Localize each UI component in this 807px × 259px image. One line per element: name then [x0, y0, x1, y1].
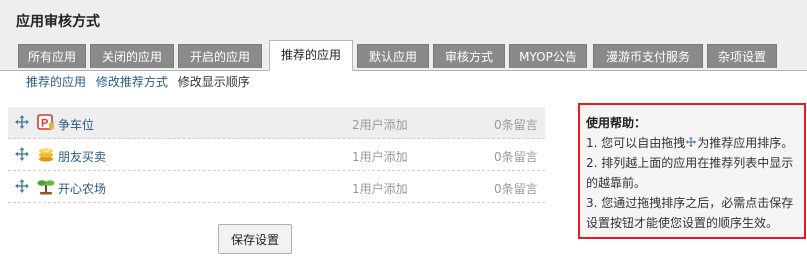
move-icon [686, 136, 697, 148]
move-icon[interactable] [14, 146, 30, 162]
app-name[interactable]: 开心农场 [58, 180, 106, 197]
help-item-1-after: 为推荐应用排序。 [697, 136, 794, 150]
parking-icon: P [37, 114, 54, 130]
tab-misc-settings[interactable]: 杂项设置 [707, 44, 777, 68]
app-adds-count: 2用户添加 [352, 118, 408, 132]
help-item-3: 3. 您通过拖拽排序之后，必需点击保存设置按钮才能使您设置的顺序生效。 [586, 196, 794, 230]
tab-roaming-payment[interactable]: 漫游币支付服务 [593, 44, 703, 68]
app-adds-count: 1用户添加 [352, 182, 408, 196]
help-item-1-before: 1. 您可以自由拖拽 [586, 136, 686, 150]
help-item-1: 1. 您可以自由拖拽 为推荐应用排序。 [586, 133, 798, 153]
list-item[interactable]: 开心农场 1用户添加 0条留言 [8, 171, 545, 203]
tab-open-apps[interactable]: 开启的应用 [178, 44, 262, 68]
help-item-2: 2. 排列越上面的应用在推荐列表中显示的越靠前。 [586, 156, 794, 190]
list-item[interactable]: P 争车位 2用户添加 0条留言 [8, 107, 545, 139]
app-name[interactable]: 争车位 [58, 116, 94, 133]
subnav-recommended-apps[interactable]: 推荐的应用 [26, 75, 86, 89]
list-item[interactable]: 朋友买卖 1用户添加 0条留言 [8, 139, 545, 171]
app-name[interactable]: 朋友买卖 [58, 148, 106, 165]
subnav-edit-recommend-method[interactable]: 修改推荐方式 [96, 75, 168, 89]
app-comments-count: 0条留言 [494, 150, 538, 164]
sprout-icon [37, 180, 55, 195]
move-icon[interactable] [14, 114, 30, 130]
app-comments-count: 0条留言 [494, 182, 538, 196]
page-title: 应用审核方式 [16, 14, 100, 30]
subnav-edit-display-order: 修改显示顺序 [177, 75, 250, 89]
tab-review-method[interactable]: 审核方式 [433, 44, 505, 68]
app-comments-count: 0条留言 [494, 118, 538, 132]
tab-myop-notice[interactable]: MYOP公告 [509, 44, 587, 68]
move-icon[interactable] [14, 178, 30, 194]
app-adds-count: 1用户添加 [352, 150, 408, 164]
app-list: P 争车位 2用户添加 0条留言 朋友买卖 1用户添加 0条留言 开心农场 1用… [8, 107, 545, 203]
svg-text:P: P [41, 118, 48, 130]
header-band: 应用审核方式 所有应用 关闭的应用 开启的应用 推荐的应用 默认应用 审核方式 … [0, 0, 807, 71]
subnav: 推荐的应用 修改推荐方式 修改显示顺序 [26, 73, 256, 90]
tab-closed-apps[interactable]: 关闭的应用 [90, 44, 174, 68]
save-button[interactable]: 保存设置 [218, 224, 292, 254]
tab-default-apps[interactable]: 默认应用 [357, 44, 429, 68]
coins-icon [39, 148, 53, 162]
help-title: 使用帮助： [586, 116, 647, 130]
tab-recommended-apps[interactable]: 推荐的应用 [269, 40, 353, 71]
tab-all-apps[interactable]: 所有应用 [18, 44, 86, 68]
help-panel: 使用帮助： 1. 您可以自由拖拽 为推荐应用排序。 2. 排列越上面的应用在推荐列… [578, 103, 806, 239]
